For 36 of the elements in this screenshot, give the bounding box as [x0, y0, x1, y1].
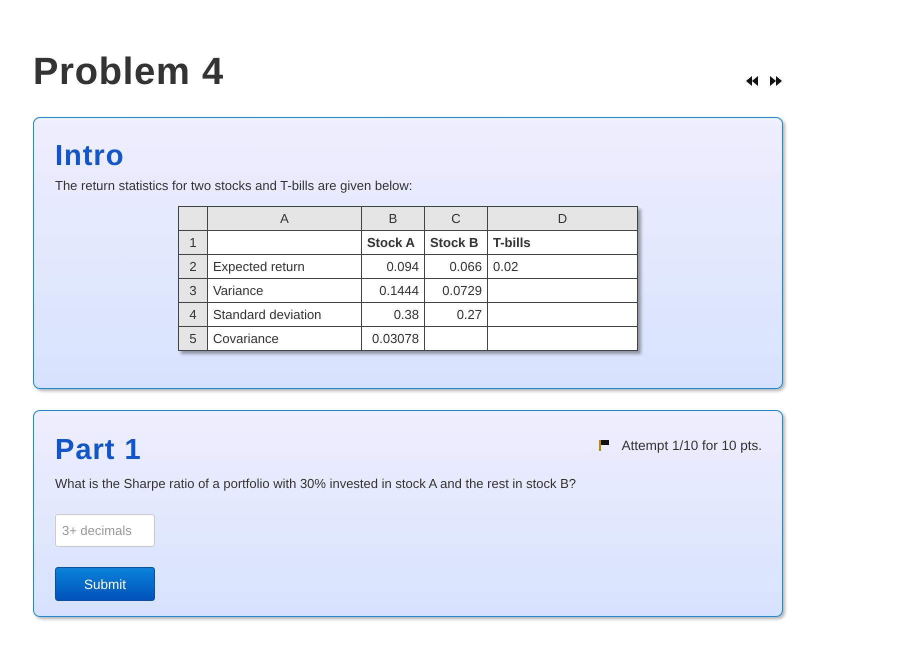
- problem-title: Problem 4: [33, 50, 224, 95]
- table-cell: 0.27: [424, 302, 488, 326]
- submit-button[interactable]: Submit: [55, 567, 155, 601]
- column-header: A: [208, 206, 362, 230]
- table-cell: Covariance: [208, 326, 362, 350]
- table-cell: 0.03078: [362, 326, 424, 350]
- table-cell: Standard deviation: [208, 302, 362, 326]
- table-cell: Stock B: [424, 230, 488, 254]
- double-left-arrow-icon[interactable]: [746, 76, 758, 86]
- column-header: C: [424, 206, 488, 230]
- double-right-arrow-icon[interactable]: [770, 76, 782, 86]
- intro-heading: Intro: [55, 140, 126, 172]
- table-cell: 0.0729: [424, 278, 488, 302]
- flag-icon: [598, 440, 609, 451]
- table-cell: T-bills: [488, 230, 638, 254]
- table-cell: Variance: [208, 278, 362, 302]
- table-cell: 0.38: [362, 302, 424, 326]
- table-cell: Expected return: [208, 254, 362, 278]
- column-header: D: [488, 206, 638, 230]
- table-cell: 0.02: [488, 254, 638, 278]
- row-number: 2: [178, 254, 208, 278]
- table-corner: [178, 206, 208, 230]
- answer-field[interactable]: 3+ decimals: [55, 514, 155, 547]
- column-header: B: [362, 206, 424, 230]
- row-number: 3: [178, 278, 208, 302]
- intro-text: The return statistics for two stocks and T-bills are given below:: [55, 178, 414, 194]
- row-number: 1: [178, 230, 208, 254]
- row-number: 4: [178, 302, 208, 326]
- attempt-text: Attempt 1/10 for 10 pts.: [622, 438, 762, 453]
- table-cell: Stock A: [362, 230, 424, 254]
- part-heading: Part 1: [55, 434, 142, 466]
- row-number: 5: [178, 326, 208, 350]
- table-cell: 0.094: [362, 254, 424, 278]
- question-text: What is the Sharpe ratio of a portfolio with 30% invested in stock A and the rest in stock B?: [55, 476, 578, 492]
- table-cell: 0.066: [424, 254, 488, 278]
- table-cell: 0.1444: [362, 278, 424, 302]
